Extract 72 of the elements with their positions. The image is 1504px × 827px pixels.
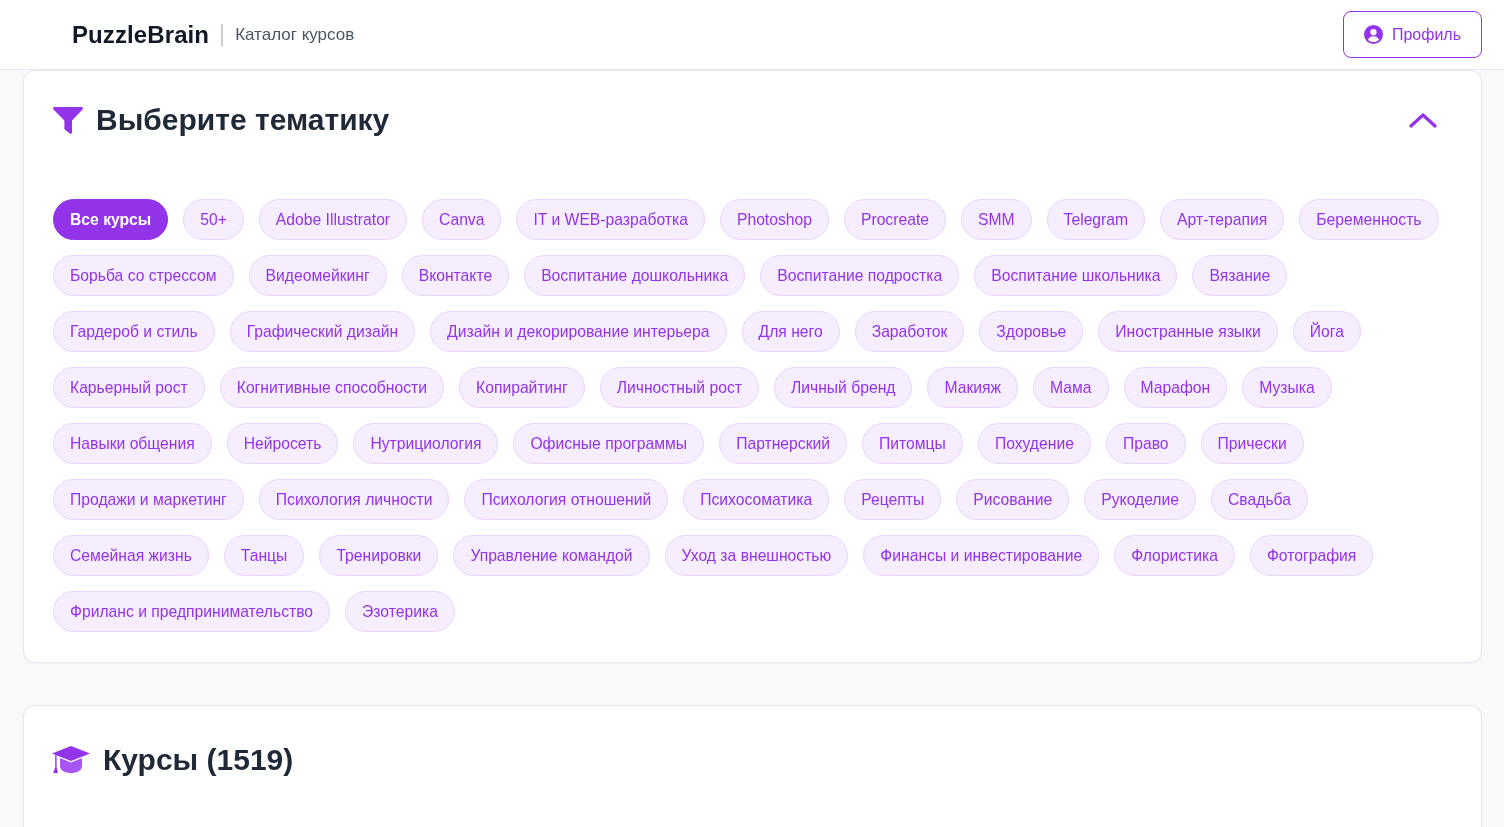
panel-title: Курсы (1519) — [103, 742, 294, 778]
topic-chip[interactable]: Иностранные языки — [1098, 311, 1278, 352]
topic-chip[interactable]: Воспитание дошкольника — [524, 255, 746, 296]
topic-chip[interactable]: Гардероб и стиль — [53, 311, 215, 352]
topic-chip[interactable]: Рецепты — [844, 479, 942, 520]
topic-chip[interactable]: Борьба со стрессом — [53, 255, 234, 296]
topic-chip[interactable]: Вконтакте — [401, 255, 510, 296]
topic-chip[interactable]: Фриланс и предпринимательство — [53, 591, 331, 632]
collapse-toggle[interactable] — [1409, 112, 1437, 128]
topic-chip[interactable]: Партнерский — [719, 423, 848, 464]
topic-chip[interactable]: Вязание — [1192, 255, 1288, 296]
topic-chip[interactable]: Мама — [1033, 367, 1109, 408]
topic-chip[interactable]: Навыки общения — [53, 423, 212, 464]
topic-chip[interactable]: Музыка — [1242, 367, 1332, 408]
topic-chip[interactable]: Рукоделие — [1084, 479, 1196, 520]
topic-chip[interactable]: Копирайтинг — [459, 367, 585, 408]
topic-chip[interactable]: Личностный рост — [599, 367, 759, 408]
topic-chip[interactable]: Йога — [1292, 311, 1361, 352]
topic-chip[interactable]: Рисование — [956, 479, 1070, 520]
logo-text[interactable]: PuzzleBrain — [72, 20, 210, 49]
topic-chip[interactable]: Все курсы — [53, 199, 169, 240]
topic-chip[interactable]: Танцы — [223, 535, 305, 576]
topic-chip[interactable]: Офисные программы — [513, 423, 705, 464]
user-circle-icon — [1363, 25, 1383, 44]
topic-chip[interactable]: Воспитание подростка — [760, 255, 960, 296]
topic-chip[interactable]: Психология личности — [258, 479, 450, 520]
funnel-icon — [53, 106, 83, 134]
topic-chip[interactable]: Финансы и инвестирование — [863, 535, 1100, 576]
panel-title: Выберите тематику — [96, 102, 390, 138]
topic-chip[interactable]: Психология отношений — [464, 479, 669, 520]
topic-chip[interactable]: Продажи и маркетинг — [53, 479, 244, 520]
topic-chip[interactable]: Procreate — [843, 199, 946, 240]
topic-chip[interactable]: 50+ — [183, 199, 244, 240]
topic-chip[interactable]: Тренировки — [319, 535, 439, 576]
topic-chip[interactable]: IT и WEB-разработка — [516, 199, 705, 240]
graduation-cap-icon — [52, 746, 90, 774]
topic-chip[interactable]: Telegram — [1046, 199, 1146, 240]
profile-button[interactable]: Профиль — [1342, 11, 1482, 58]
topic-chip[interactable]: Марафон — [1123, 367, 1228, 408]
topic-chip[interactable]: Макияж — [927, 367, 1019, 408]
topic-chip[interactable]: Нейросеть — [226, 423, 339, 464]
topic-chip[interactable]: Питомцы — [862, 423, 963, 464]
chevron-up-icon — [1409, 112, 1437, 128]
topic-chip[interactable]: Эзотерика — [345, 591, 455, 632]
topic-chip[interactable]: Заработок — [854, 311, 965, 352]
topic-chip[interactable]: Беременность — [1299, 199, 1439, 240]
topic-chip[interactable]: Личный бренд — [773, 367, 913, 408]
topic-chip[interactable]: Когнитивные способности — [219, 367, 445, 408]
topic-chip[interactable]: Семейная жизнь — [53, 535, 209, 576]
topic-chip[interactable]: Здоровье — [979, 311, 1084, 352]
topic-chip[interactable]: Дизайн и декорирование интерьера — [430, 311, 727, 352]
topic-chip[interactable]: Для него — [741, 311, 840, 352]
topic-chip[interactable]: Графический дизайн — [229, 311, 416, 352]
topic-chip[interactable]: Нутрициология — [353, 423, 499, 464]
topic-chip[interactable]: Photoshop — [719, 199, 829, 240]
topic-chip[interactable]: SMM — [960, 199, 1032, 240]
topic-chip[interactable]: Флористика — [1114, 535, 1235, 576]
topic-chip[interactable]: Управление командой — [453, 535, 650, 576]
topic-chip[interactable]: Canva — [422, 199, 502, 240]
topic-chip[interactable]: Прически — [1200, 423, 1304, 464]
topic-chip[interactable]: Карьерный рост — [53, 367, 205, 408]
page-subtitle: Каталог курсов — [235, 24, 355, 45]
topic-chip[interactable]: Воспитание школьника — [974, 255, 1178, 296]
topic-chip[interactable]: Арт-терапия — [1160, 199, 1285, 240]
topic-chip[interactable]: Психосоматика — [683, 479, 830, 520]
topic-chip[interactable]: Свадьба — [1211, 479, 1308, 520]
topic-chip[interactable]: Уход за внешностью — [664, 535, 849, 576]
topic-chip[interactable]: Право — [1105, 423, 1186, 464]
topic-chip[interactable]: Похудение — [977, 423, 1091, 464]
topic-chip[interactable]: Видеомейкинг — [248, 255, 387, 296]
topic-chip[interactable]: Фотография — [1249, 535, 1374, 576]
topic-chip[interactable]: Adobe Illustrator — [258, 199, 408, 240]
